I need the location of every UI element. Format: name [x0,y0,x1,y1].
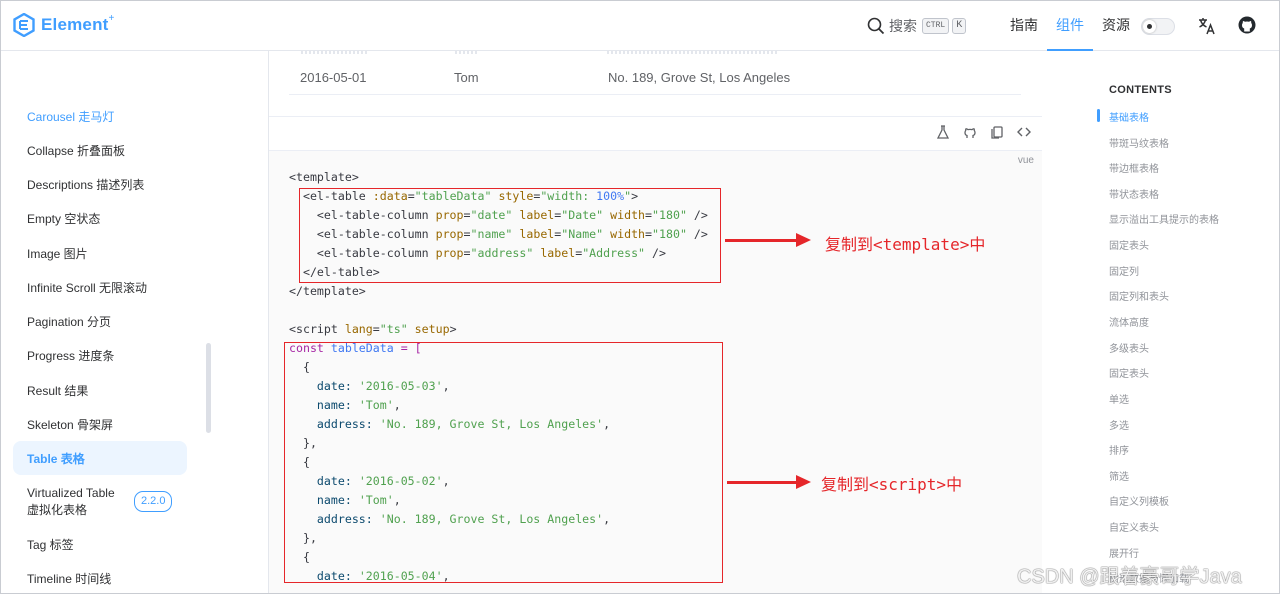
toc-item[interactable]: 展开行 [1109,545,1139,560]
theme-toggle[interactable] [1141,18,1175,35]
page: Element + 搜索 CTRL K 指南 组件 资源 Carousel 走马… [0,0,1280,594]
toc-item[interactable]: 流体高度 [1109,314,1149,329]
table-of-contents: CONTENTS 基础表格 带斑马纹表格 带边框表格 带状态表格 显示溢出工具提… [1042,51,1279,593]
main-content: 2016-05-01 Tom No. 189, Grove St, Los An… [269,50,1042,593]
script-arrow [727,475,811,489]
toc-item[interactable]: 固定表头 [1109,237,1149,252]
toc-item[interactable]: 单选 [1109,391,1129,406]
divider [269,116,1042,117]
translate-icon[interactable] [1197,16,1217,36]
sidebar-item-image[interactable]: Image 图片 [13,236,187,270]
version-badge: 2.2.0 [134,491,173,512]
sidebar-item-virtualized-table[interactable]: Virtualized Table 虚拟化表格 2.2.0 [13,481,187,523]
toc-item[interactable]: 筛选 [1109,468,1129,483]
toc-item[interactable]: 多选 [1109,417,1129,432]
sidebar-item-carousel[interactable]: Carousel 走马灯 [13,99,187,133]
toc-item[interactable]: 显示溢出工具提示的表格 [1109,211,1219,226]
toc-item[interactable]: 自定义列模板 [1109,493,1169,508]
sidebar-item-empty[interactable]: Empty 空状态 [13,201,187,235]
template-arrow [725,233,811,247]
copy-icon[interactable] [989,124,1005,140]
view-source-icon[interactable] [1016,124,1032,140]
toc-item[interactable]: 带边框表格 [1109,160,1159,175]
sidebar-item-tag[interactable]: Tag 标签 [13,527,187,561]
script-highlight-box [284,342,723,583]
sidebar-item-skeleton[interactable]: Skeleton 骨架屏 [13,407,187,441]
sidebar-item-label: Virtualized Table [27,486,115,500]
sidebar: Carousel 走马灯 Collapse 折叠面板 Descriptions … [1,51,269,593]
code-line: <script lang="ts" setup> [289,322,457,336]
sidebar-item-infinite-scroll[interactable]: Infinite Scroll 无限滚动 [13,270,187,304]
sidebar-item-collapse[interactable]: Collapse 折叠面板 [13,133,187,167]
nav-component[interactable]: 组件 [1047,1,1093,51]
top-header: Element + 搜索 CTRL K 指南 组件 资源 [1,1,1279,51]
sidebar-item-result[interactable]: Result 结果 [13,373,187,407]
watermark: CSDN @跟着豪哥学Java [1017,566,1242,588]
toc-item[interactable]: 多级表头 [1109,340,1149,355]
toc-item[interactable]: 基础表格 [1109,109,1149,124]
toc-title: CONTENTS [1109,84,1172,96]
cell-address: No. 189, Grove St, Los Angeles [608,70,791,85]
template-highlight-box [299,188,721,283]
toc-item[interactable]: 排序 [1109,442,1129,457]
github-icon[interactable] [962,124,978,140]
element-logo-icon [13,13,35,37]
code-line: <template> [289,170,359,184]
toc-item[interactable]: 固定列和表头 [1109,288,1169,303]
search-label: 搜索 [889,18,917,34]
toc-item[interactable]: 固定表头 [1109,365,1149,380]
sidebar-item-progress[interactable]: Progress 进度条 [13,338,187,372]
demo-toolbar [935,124,1032,140]
script-annotation: 复制到<script>中 [821,475,963,494]
cell-date: 2016-05-01 [300,70,367,85]
toc-active-marker [1097,109,1100,122]
logo-superscript: + [108,12,115,24]
kbd-k: K [952,18,967,34]
nav-resource[interactable]: 资源 [1093,1,1139,51]
scrolled-table-row [269,50,1042,61]
logo-text: Element [41,15,109,34]
code-language-label: vue [1017,155,1034,166]
toc-item[interactable]: 带斑马纹表格 [1109,135,1169,150]
table-row: 2016-05-01 Tom No. 189, Grove St, Los An… [289,61,1021,95]
cell-name: Tom [454,70,479,85]
sidebar-item-timeline[interactable]: Timeline 时间线 [13,561,187,593]
sun-icon [1143,20,1156,33]
code-line: </template> [289,284,366,298]
toc-item[interactable]: 固定列 [1109,263,1139,278]
sidebar-scrollbar[interactable] [206,343,211,433]
search-button[interactable]: 搜索 CTRL K [867,16,967,36]
sidebar-item-pagination[interactable]: Pagination 分页 [13,304,187,338]
sidebar-item-table[interactable]: Table 表格 [13,441,187,475]
kbd-ctrl: CTRL [922,18,950,34]
toc-item[interactable]: 带状态表格 [1109,186,1159,201]
search-icon [867,17,885,35]
toc-item[interactable]: 自定义表头 [1109,519,1159,534]
logo[interactable]: Element + [13,13,114,37]
template-annotation: 复制到<template>中 [825,235,986,254]
code-block: vue <template> <el-table :data="tableDat… [269,150,1042,593]
github-icon[interactable] [1238,16,1256,34]
nav-guide[interactable]: 指南 [1001,1,1047,51]
sidebar-item-descriptions[interactable]: Descriptions 描述列表 [13,167,187,201]
top-nav: 指南 组件 资源 [1001,1,1139,51]
sidebar-item-label: 虚拟化表格 [27,503,88,517]
playground-icon[interactable] [935,124,951,140]
